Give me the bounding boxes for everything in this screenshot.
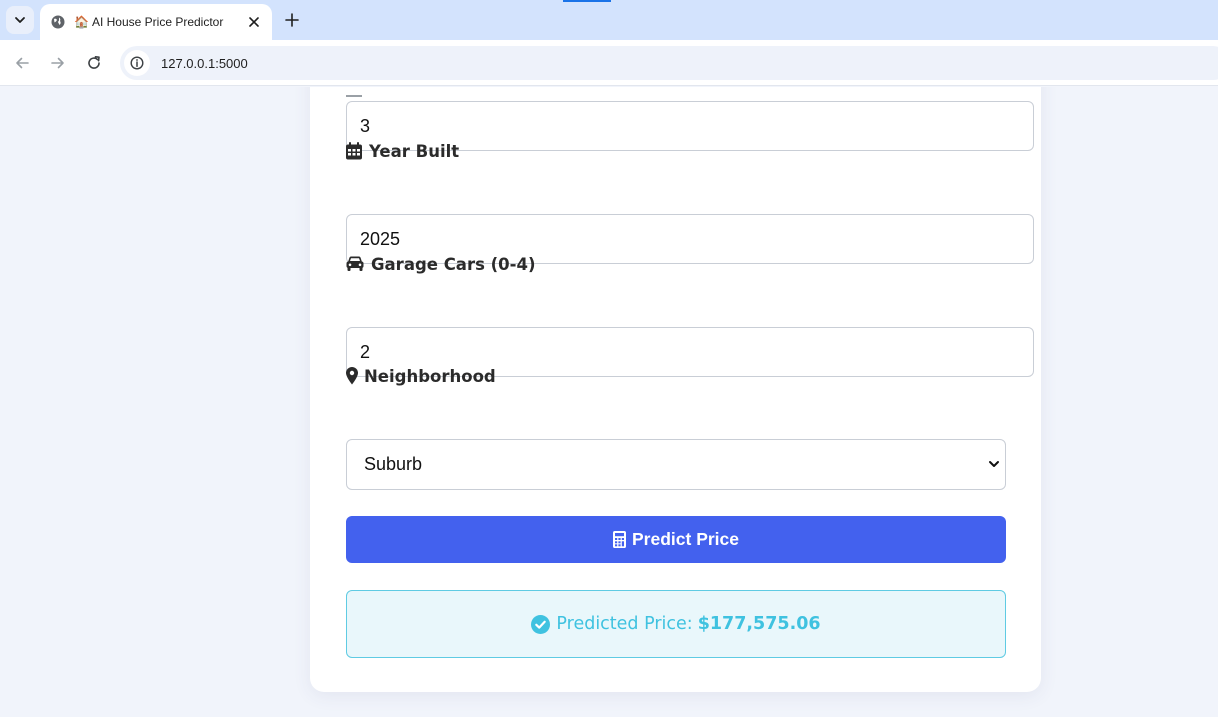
prediction-result-prefix: Predicted Price: <box>556 614 693 634</box>
predictor-form-card: 3 Year Built 2025 Garage Cars (0-4) 2 Ne… <box>310 87 1041 692</box>
plus-icon <box>285 13 299 27</box>
browser-tab-active[interactable]: 🏠 AI House Price Predictor <box>40 4 272 40</box>
bedrooms-label-cutoff <box>346 87 386 97</box>
back-button[interactable] <box>10 51 34 75</box>
house-emoji-icon: 🏠 <box>74 15 89 29</box>
tab-title-text: AI House Price Predictor <box>91 15 224 29</box>
garage-cars-label: Garage Cars (0-4) <box>346 253 536 275</box>
calendar-icon <box>346 142 364 160</box>
garage-cars-label-text: Garage Cars (0-4) <box>371 254 536 274</box>
reload-button[interactable] <box>82 51 106 75</box>
neighborhood-label-text: Neighborhood <box>364 366 496 386</box>
new-tab-button[interactable] <box>280 8 304 32</box>
year-built-label: Year Built <box>346 140 459 162</box>
forward-button[interactable] <box>46 51 70 75</box>
url-text: 127.0.0.1:5000 <box>161 55 248 71</box>
address-bar[interactable]: 127.0.0.1:5000 <box>120 46 1218 80</box>
neighborhood-select[interactable]: Suburb <box>346 439 1006 490</box>
map-marker-icon <box>346 367 359 385</box>
chevron-down-icon <box>15 17 25 23</box>
browser-toolbar: 127.0.0.1:5000 <box>0 40 1218 86</box>
car-icon <box>346 255 366 273</box>
tab-title: 🏠 AI House Price Predictor <box>74 15 246 29</box>
browser-tab-strip: 🏠 AI House Price Predictor <box>0 0 1218 40</box>
year-built-label-text: Year Built <box>369 141 460 161</box>
calculator-icon <box>613 530 627 549</box>
neighborhood-label: Neighborhood <box>346 365 496 387</box>
prediction-result-alert: Predicted Price: $177,575.06 <box>346 590 1006 658</box>
neighborhood-selected-value: Suburb <box>364 454 423 474</box>
site-info-button[interactable] <box>124 50 150 76</box>
close-icon[interactable] <box>246 14 262 30</box>
predict-price-button-label: Predict Price <box>632 529 739 549</box>
predict-price-button[interactable]: Predict Price <box>346 516 1006 563</box>
tab-strip-indicator <box>563 0 611 2</box>
reload-icon <box>88 56 100 69</box>
predicted-price-amount: $177,575.06 <box>697 614 821 634</box>
globe-icon <box>50 14 66 30</box>
check-circle-icon <box>531 614 551 634</box>
page-viewport: 3 Year Built 2025 Garage Cars (0-4) 2 Ne… <box>0 87 1218 717</box>
chevron-down-icon <box>989 461 999 467</box>
arrow-left-icon <box>16 57 29 69</box>
tab-search-button[interactable] <box>6 6 34 34</box>
info-icon <box>130 56 144 70</box>
arrow-right-icon <box>51 57 64 69</box>
